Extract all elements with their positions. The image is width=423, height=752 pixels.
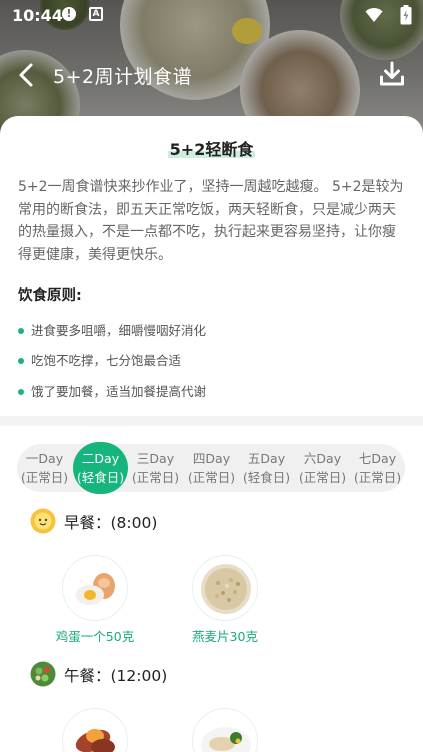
intro-title: 5+2轻断食 xyxy=(169,140,254,159)
bullet-dot-icon xyxy=(18,357,24,364)
intro-text: 5+2一周食谱快来抄作业了，坚持一周越吃越瘦。 5+2是较为常用的断食法，即五天… xyxy=(18,179,404,263)
tab-day-6[interactable]: 六Day (正常日) xyxy=(295,444,350,492)
oats-icon xyxy=(192,555,258,621)
section-divider xyxy=(0,416,423,426)
food-name: 鸡蛋一个50克 xyxy=(55,629,135,644)
page-title: 5+2周计划食谱 xyxy=(53,66,193,88)
tab-day-2[interactable]: 二Day (轻食日) xyxy=(73,442,128,494)
status-bar: 10:44 ! A xyxy=(0,0,423,30)
intro-title-wrap: 5+2轻断食 xyxy=(0,136,423,160)
food-name: 燕麦片30克 xyxy=(192,629,258,644)
bullet-dot-icon xyxy=(18,327,24,334)
sun-icon xyxy=(30,508,56,534)
bullet-dot-icon xyxy=(18,388,24,395)
day-tabs: 一Day (正常日) 二Day (轻食日) 三Day (正常日) 四Day (正… xyxy=(17,442,405,494)
food-item[interactable]: 鸡蛋一个50克 xyxy=(45,555,145,645)
status-time: 10:44 xyxy=(12,6,63,25)
a-icon: A xyxy=(89,7,103,21)
tab-day-5[interactable]: 五Day (轻食日) xyxy=(239,444,294,492)
principle-item: 进食要多咀嚼，细嚼慢咽好消化 xyxy=(18,320,206,339)
tab-day-7[interactable]: 七Day (正常日) xyxy=(350,444,405,492)
eggs-icon xyxy=(62,555,128,621)
alert-icon: ! xyxy=(62,7,76,21)
tab-day-4[interactable]: 四Day (正常日) xyxy=(184,444,239,492)
principles-title: 饮食原则: xyxy=(18,288,82,304)
wifi-icon xyxy=(365,7,383,22)
salad-icon xyxy=(30,661,56,687)
battery-icon xyxy=(400,5,412,25)
sweet-potato-icon xyxy=(62,708,128,752)
download-icon[interactable] xyxy=(378,60,406,88)
principle-item: 吃饱不吃撑，七分饱最合适 xyxy=(18,350,181,369)
content-card: 5+2轻断食 5+2一周食谱快来抄作业了，坚持一周越吃越瘦。 5+2是较为常用的… xyxy=(0,116,423,752)
principle-item: 饿了要加餐，适当加餐提高代谢 xyxy=(18,381,206,400)
food-item[interactable]: 燕麦片30克 xyxy=(175,555,275,645)
chevron-left-icon[interactable] xyxy=(14,62,40,88)
tab-day-1[interactable]: 一Day (正常日) xyxy=(17,444,72,492)
tab-day-3[interactable]: 三Day (正常日) xyxy=(128,444,183,492)
lunch-label: 午餐：(12:00) xyxy=(64,667,168,685)
breakfast-label: 早餐：(8:00) xyxy=(64,514,158,532)
food-item[interactable] xyxy=(45,708,145,752)
food-item[interactable] xyxy=(175,708,275,752)
chicken-plate-icon xyxy=(192,708,258,752)
